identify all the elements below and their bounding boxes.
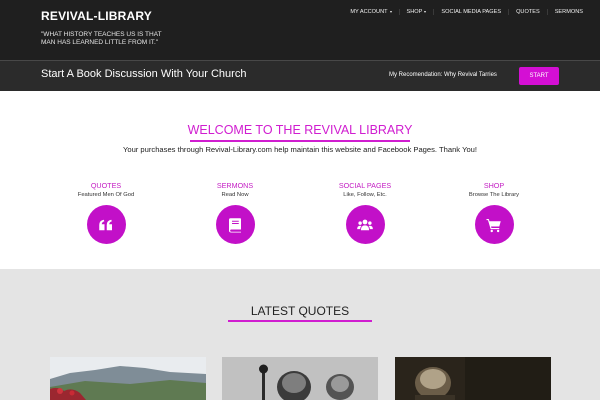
feature-subtitle: Browse The Library [468, 192, 520, 198]
start-button[interactable]: START [519, 67, 559, 85]
quote-card-portrait[interactable] [395, 357, 551, 400]
feature-sermons: SERMONS Read Now [185, 181, 285, 244]
feature-subtitle: Read Now [221, 192, 249, 198]
latest-quotes-section: LATEST QUOTES [0, 269, 600, 400]
feature-social-pages: SOCIAL PAGES Like, Follow, Etc. [315, 181, 415, 244]
nav-label: SHOP [406, 9, 423, 15]
feature-title[interactable]: QUOTES [56, 181, 156, 190]
title-underline [228, 320, 372, 322]
users-icon [357, 219, 373, 230]
promo-title: Start A Book Discussion With Your Church [41, 68, 247, 80]
site-header: REVIVAL-LIBRARY "WHAT HISTORY TEACHES US… [0, 0, 600, 60]
nav-sermons[interactable]: SERMONS [546, 9, 590, 15]
shop-button[interactable] [474, 205, 514, 244]
sermons-button[interactable] [215, 205, 255, 244]
nav-shop[interactable]: SHOP [398, 9, 434, 15]
nav-quotes[interactable]: QUOTES [508, 9, 547, 15]
nav-label: SOCIAL MEDIA PAGES [441, 9, 502, 15]
main-nav: MY ACCOUNT SHOP SOCIAL MEDIA PAGES QUOTE… [343, 9, 590, 15]
feature-title[interactable]: SERMONS [185, 181, 285, 190]
social-pages-button[interactable] [345, 205, 385, 244]
nav-label: QUOTES [516, 9, 540, 15]
latest-quotes-title: LATEST QUOTES [250, 304, 350, 318]
quote-icon [99, 219, 112, 230]
caret-down-icon [424, 10, 427, 13]
caret-down-icon [389, 10, 392, 13]
quote-card-preacher[interactable] [222, 357, 378, 400]
landscape-photo [50, 357, 206, 400]
feature-title[interactable]: SOCIAL PAGES [315, 181, 415, 190]
title-underline [190, 140, 410, 142]
welcome-title: WELCOME TO THE REVIVAL LIBRARY [187, 123, 413, 137]
promo-recommendation: My Recomendation: Why Revival Tarries [389, 72, 497, 78]
preacher-photo [222, 357, 378, 400]
cart-icon [486, 218, 501, 232]
book-icon [229, 217, 241, 232]
nav-my-account[interactable]: MY ACCOUNT [343, 9, 398, 15]
feature-quotes: QUOTES Featured Men Of God [56, 181, 156, 244]
feature-title[interactable]: SHOP [444, 181, 544, 190]
nav-label: SERMONS [554, 9, 583, 15]
nav-label: MY ACCOUNT [350, 9, 388, 15]
nav-social-media-pages[interactable]: SOCIAL MEDIA PAGES [433, 9, 508, 15]
promo-bar: Start A Book Discussion With Your Church… [0, 60, 600, 91]
welcome-subtitle: Your purchases through Revival-Library.c… [122, 145, 478, 154]
site-brand[interactable]: REVIVAL-LIBRARY [41, 9, 152, 23]
site-tagline: "WHAT HISTORY TEACHES US IS THAT MAN HAS… [41, 31, 162, 46]
feature-shop: SHOP Browse The Library [444, 181, 544, 244]
welcome-section: WELCOME TO THE REVIVAL LIBRARY Your purc… [0, 91, 600, 269]
portrait-photo [395, 357, 551, 400]
feature-subtitle: Featured Men Of God [77, 192, 135, 198]
feature-subtitle: Like, Follow, Etc. [343, 192, 387, 198]
quotes-button[interactable] [86, 205, 126, 244]
quote-card-landscape[interactable] [50, 357, 206, 400]
